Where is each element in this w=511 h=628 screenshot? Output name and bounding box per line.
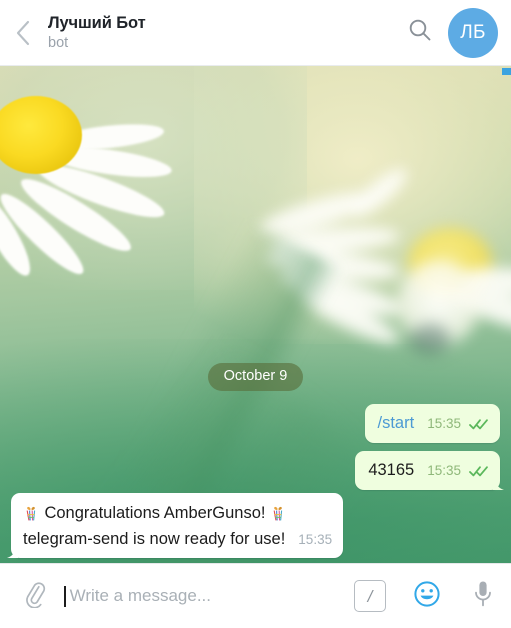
message-row-outgoing: 43165 15:35 <box>355 451 504 490</box>
message-time: 15:35 <box>427 416 461 431</box>
message-row-incoming: Congratulations AmberGunso! telegram-sen… <box>7 493 344 558</box>
search-icon <box>407 17 433 48</box>
chat-subtitle: bot <box>48 34 69 51</box>
chat-header: Лучший Бот bot ЛБ <box>0 0 511 66</box>
message-input-placeholder: Write a message... <box>69 586 211 605</box>
confetti-ball-icon <box>23 506 44 523</box>
date-divider: October 9 <box>207 363 304 391</box>
attach-button[interactable] <box>12 574 56 618</box>
chat-scrollbar-thumb[interactable] <box>502 68 511 75</box>
message-input[interactable]: Write a message... <box>64 574 354 618</box>
message-meta: 15:35 <box>427 413 489 435</box>
chat-title: Лучший Бот <box>48 13 146 32</box>
message-meta: 15:35 <box>427 460 489 482</box>
message-bubble-congrats[interactable]: Congratulations AmberGunso! telegram-sen… <box>7 493 344 558</box>
chat-scrollbar[interactable] <box>502 66 511 563</box>
message-bubble-code[interactable]: 43165 15:35 <box>355 451 504 490</box>
message-text[interactable]: /start <box>378 412 415 434</box>
messages-container: October 9 /start 15:35 43165 15:35 Congr… <box>0 66 511 563</box>
double-check-icon <box>469 465 489 477</box>
message-bubble-start[interactable]: /start 15:35 <box>364 404 500 443</box>
text-cursor <box>64 585 66 607</box>
message-text-line-1: Congratulations AmberGunso! <box>23 501 332 527</box>
bubble-tail <box>6 544 18 558</box>
message-text: Congratulations AmberGunso! <box>44 504 266 522</box>
message-text: telegram-send is now ready for use! <box>23 530 286 548</box>
message-text-line-2: telegram-send is now ready for use! 15:3… <box>23 527 332 551</box>
chevron-left-icon <box>15 20 31 46</box>
chat-title-block[interactable]: Лучший Бот bot <box>48 13 398 53</box>
slash-command-icon: / <box>367 586 373 606</box>
smiley-icon <box>413 580 441 613</box>
microphone-icon <box>472 579 494 614</box>
message-composer: Write a message... / <box>0 563 511 628</box>
message-time: 15:35 <box>427 463 461 478</box>
message-time: 15:35 <box>298 532 333 547</box>
commands-button[interactable]: / <box>354 580 386 612</box>
paperclip-icon <box>20 580 48 613</box>
double-check-icon <box>469 418 489 430</box>
message-row-outgoing: /start 15:35 <box>364 404 500 443</box>
back-button[interactable] <box>0 0 46 66</box>
voice-record-button[interactable] <box>469 579 497 613</box>
message-list[interactable]: October 9 /start 15:35 43165 15:35 Congr… <box>0 66 511 563</box>
confetti-ball-icon <box>270 506 287 523</box>
avatar[interactable]: ЛБ <box>448 7 498 58</box>
date-divider-row: October 9 <box>0 363 511 391</box>
header-actions: ЛБ <box>398 5 511 61</box>
search-button[interactable] <box>398 5 442 61</box>
message-text: 43165 <box>368 461 415 479</box>
emoji-button[interactable] <box>411 580 443 612</box>
telegram-chat-window: Лучший Бот bot ЛБ October 9 /start 15:35… <box>0 0 511 628</box>
